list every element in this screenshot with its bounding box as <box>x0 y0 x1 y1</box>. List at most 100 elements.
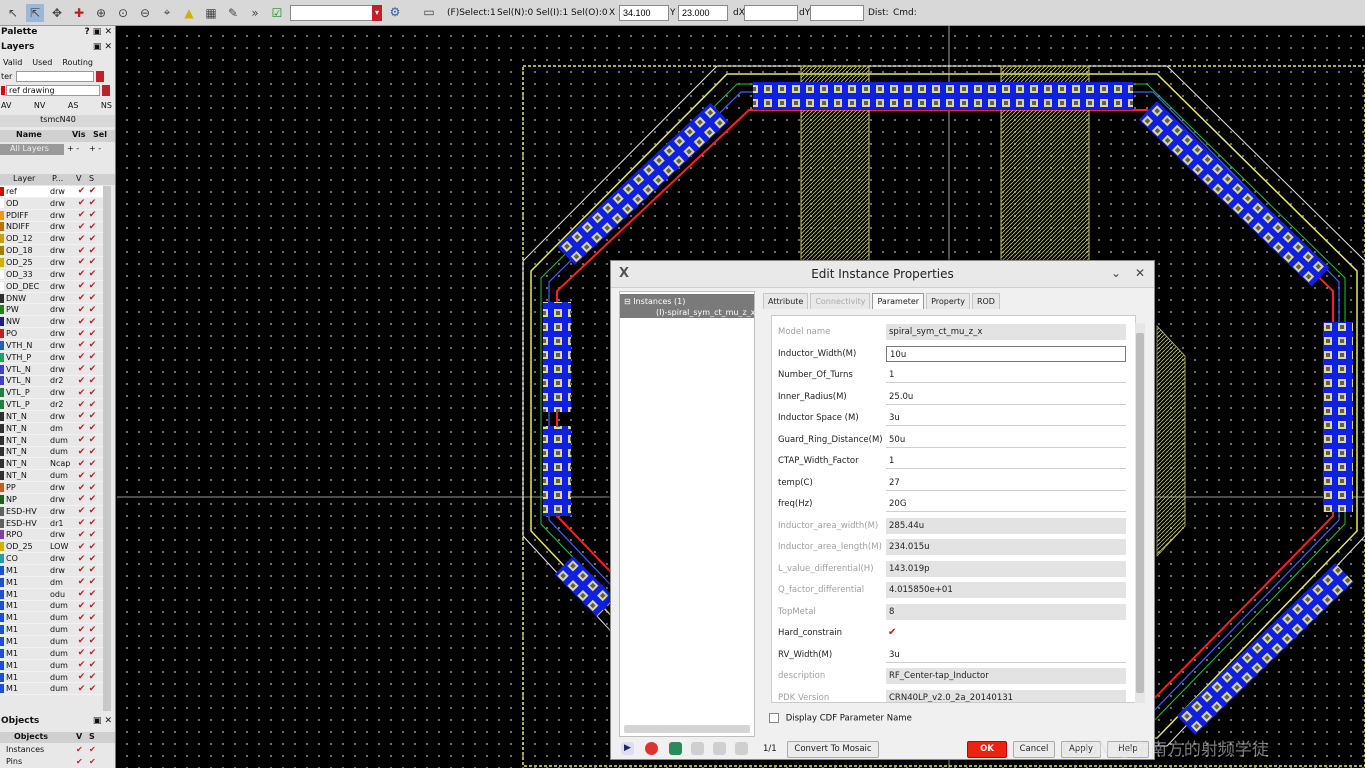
layer-row[interactable]: VTL_N dr2 ✔ ✔ <box>0 376 103 388</box>
current-layer-dropdown[interactable] <box>102 85 110 96</box>
layer-visible-check[interactable]: ✔ <box>76 269 87 279</box>
select-arrow-icon[interactable]: ↖ <box>4 4 22 22</box>
layer-row[interactable]: M1 drw ✔ ✔ <box>0 565 103 577</box>
parameter-value-field[interactable]: 10u <box>886 345 1126 362</box>
layer-row[interactable]: M1 dm ✔ ✔ <box>0 577 103 589</box>
layer-scrollbar[interactable] <box>103 186 111 711</box>
layer-select-check[interactable]: ✔ <box>87 234 98 244</box>
layer-select-check[interactable]: ✔ <box>87 352 98 362</box>
layer-visible-check[interactable]: ✔ <box>76 364 87 374</box>
layer-row[interactable]: M1 dum ✔ ✔ <box>0 624 103 637</box>
tab-rod[interactable]: ROD <box>971 293 1000 309</box>
pin-icon[interactable]: ▲ <box>180 4 198 22</box>
layer-select-check[interactable]: ✔ <box>87 269 98 279</box>
layer-select-check[interactable]: ✔ <box>87 364 98 374</box>
parameter-scrollbar-thumb[interactable] <box>1136 333 1144 693</box>
display-cdf-checkbox[interactable] <box>769 713 779 723</box>
settings-icon[interactable]: ⚙ <box>386 3 404 21</box>
layer-visible-check[interactable]: ✔ <box>76 340 87 350</box>
layer-visible-check[interactable]: ✔ <box>76 293 87 303</box>
layer-visible-check[interactable]: ✔ <box>76 352 87 362</box>
dialog-titlebar[interactable]: X Edit Instance Properties ⌄ ✕ <box>611 261 1154 288</box>
layer-visible-check[interactable]: ✔ <box>76 257 87 267</box>
layer-select-check[interactable]: ✔ <box>87 636 98 646</box>
layer-visible-check[interactable]: ✔ <box>76 494 87 504</box>
tab-attribute[interactable]: Attribute <box>763 293 809 309</box>
layer-visible-check[interactable]: ✔ <box>76 471 87 481</box>
layer-visible-check[interactable]: ✔ <box>76 530 87 540</box>
instances-select-check[interactable]: ✔ <box>89 745 96 754</box>
layer-visible-check[interactable]: ✔ <box>76 447 87 457</box>
layer-select-check[interactable]: ✔ <box>87 317 98 327</box>
instances-h-scrollbar[interactable] <box>624 725 750 733</box>
layer-row[interactable]: OD_DEC drw ✔ ✔ <box>0 281 103 293</box>
layer-select-check[interactable]: ✔ <box>87 542 98 552</box>
parameter-value-field[interactable]: 3u <box>886 646 1126 663</box>
layer-select-check[interactable]: ✔ <box>87 198 98 208</box>
layer-row[interactable]: NP drw ✔ ✔ <box>0 494 103 506</box>
parameter-value-field[interactable]: 25.0u <box>886 388 1126 405</box>
layer-row[interactable]: PW drw ✔ ✔ <box>0 304 103 317</box>
layer-select-check[interactable]: ✔ <box>87 329 98 339</box>
layer-visible-check[interactable]: ✔ <box>76 411 87 421</box>
layer-row[interactable]: M1 dum ✔ ✔ <box>0 612 103 625</box>
layer-visible-check[interactable]: ✔ <box>76 577 87 587</box>
layer-row[interactable]: PP drw ✔ ✔ <box>0 482 103 494</box>
layer-visible-check[interactable]: ✔ <box>76 518 87 528</box>
layer-visible-check[interactable]: ✔ <box>76 400 87 410</box>
layer-row[interactable]: PO drw ✔ ✔ <box>0 328 103 340</box>
search-dropdown-button[interactable]: ▾ <box>372 5 382 21</box>
y-coordinate-field[interactable] <box>678 5 728 21</box>
layer-row[interactable]: OD drw ✔ ✔ <box>0 198 103 210</box>
layer-row[interactable]: M1 dum ✔ ✔ <box>0 636 103 648</box>
layer-visible-check[interactable]: ✔ <box>76 376 87 386</box>
layer-select-check[interactable]: ✔ <box>87 246 98 256</box>
layer-row[interactable]: NT_N dum ✔ ✔ <box>0 435 103 447</box>
layer-select-check[interactable]: ✔ <box>87 186 98 196</box>
layer-row[interactable]: NT_N drw ✔ ✔ <box>0 411 103 423</box>
play-icon[interactable]: ▶ <box>621 742 634 755</box>
layer-select-check[interactable]: ✔ <box>87 494 98 504</box>
layer-row[interactable]: NT_N Ncap ✔ ✔ <box>0 458 103 471</box>
layer-select-check[interactable]: ✔ <box>87 388 98 398</box>
layer-row[interactable]: VTH_N drw ✔ ✔ <box>0 340 103 352</box>
convert-to-mosaic-button[interactable]: Convert To Mosaic <box>787 741 879 758</box>
filter-routing-checkbox[interactable]: Routing <box>62 58 93 67</box>
layer-visible-check[interactable]: ✔ <box>76 554 87 564</box>
layer-row[interactable]: ref drw ✔ ✔ <box>0 186 103 198</box>
layer-row[interactable]: VTL_P drw ✔ ✔ <box>0 387 103 400</box>
crosshair-icon[interactable]: ✚ <box>70 4 88 22</box>
instances-visible-check[interactable]: ✔ <box>76 745 83 754</box>
layer-select-check[interactable]: ✔ <box>87 483 98 493</box>
layer-visible-check[interactable]: ✔ <box>76 589 87 599</box>
layer-select-check[interactable]: ✔ <box>87 648 98 658</box>
dx-field[interactable] <box>744 5 798 21</box>
parameter-value-field[interactable]: 1 <box>886 367 1126 383</box>
layer-row[interactable]: NDIFF drw ✔ ✔ <box>0 222 103 234</box>
layer-row[interactable]: OD_25 drw ✔ ✔ <box>0 257 103 269</box>
stop-icon[interactable] <box>645 742 658 755</box>
shortcut-ns[interactable]: NS <box>101 101 112 110</box>
layer-visible-check[interactable]: ✔ <box>76 660 87 670</box>
layer-select-check[interactable]: ✔ <box>87 281 98 291</box>
layer-select-check[interactable]: ✔ <box>87 459 98 469</box>
instances-tree-selected[interactable]: ⊟ Instances (1) (I)-spiral_sym_ct_mu_z_x <box>620 294 755 318</box>
layer-visible-check[interactable]: ✔ <box>76 234 87 244</box>
ok-button[interactable]: OK <box>967 741 1007 758</box>
pins-select-check[interactable]: ✔ <box>89 757 96 766</box>
layer-select-check[interactable]: ✔ <box>87 400 98 410</box>
layer-row[interactable]: M1 dum ✔ ✔ <box>0 648 103 660</box>
move-icon[interactable]: ✥ <box>48 4 66 22</box>
layer-row[interactable]: M1 dum ✔ ✔ <box>0 660 103 672</box>
layer-visible-check[interactable]: ✔ <box>76 423 87 433</box>
layer-select-check[interactable]: ✔ <box>87 613 98 623</box>
layer-visible-check[interactable]: ✔ <box>76 246 87 256</box>
layer-row[interactable]: RPO drw ✔ ✔ <box>0 529 103 542</box>
layer-select-check[interactable]: ✔ <box>87 305 98 315</box>
layer-visible-check[interactable]: ✔ <box>76 222 87 232</box>
layer-row[interactable]: OD_33 drw ✔ ✔ <box>0 269 103 281</box>
filter-used-checkbox[interactable]: Used <box>32 58 52 67</box>
layer-select-check[interactable]: ✔ <box>87 601 98 611</box>
layer-visible-check[interactable]: ✔ <box>76 317 87 327</box>
layer-select-check[interactable]: ✔ <box>87 447 98 457</box>
